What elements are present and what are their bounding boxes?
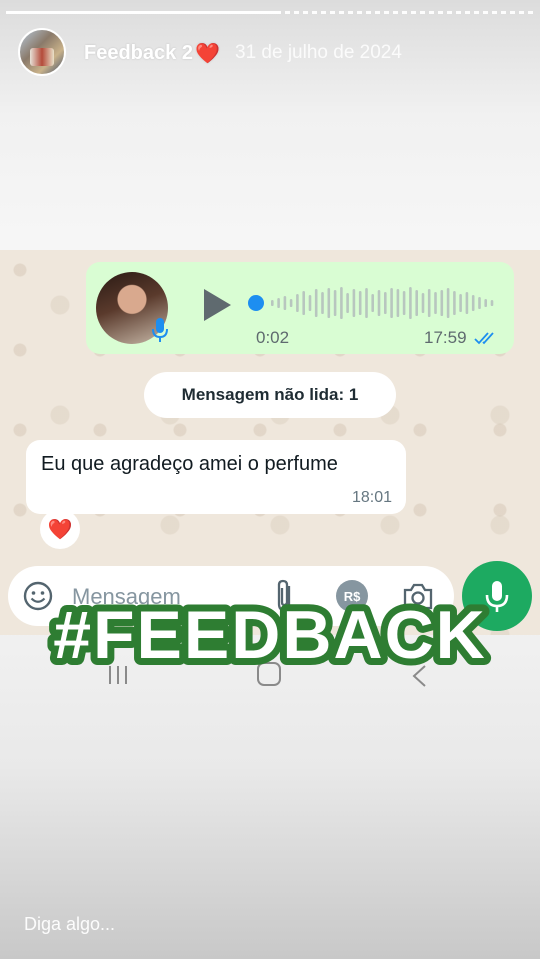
incoming-message-time: 18:01 xyxy=(351,489,392,506)
waveform-bar xyxy=(453,291,456,315)
waveform-bar xyxy=(471,295,475,311)
waveform-bar xyxy=(427,289,431,317)
voice-time: 17:59 xyxy=(424,328,467,347)
waveform-bar xyxy=(490,300,494,306)
waveform-bar xyxy=(446,288,450,318)
incoming-message-bubble[interactable]: Eu que agradeço amei o perfume 18:01 xyxy=(26,440,406,514)
waveform-bar xyxy=(384,292,387,314)
story-date: 31 de julho de 2024 xyxy=(235,42,402,63)
waveform-bar xyxy=(346,293,349,313)
waveform-bar xyxy=(371,294,374,312)
waveform-bar xyxy=(358,291,362,315)
double-check-read-icon xyxy=(474,332,494,345)
waveform-bar xyxy=(333,290,337,316)
waveform-bar xyxy=(314,289,318,317)
waveform-bar xyxy=(340,287,343,319)
waveform-bar xyxy=(415,290,418,316)
story-reply-input[interactable]: Diga algo... xyxy=(24,914,115,935)
play-icon[interactable] xyxy=(202,288,232,322)
waveform-bar xyxy=(277,298,280,308)
waveform-bar xyxy=(321,292,324,314)
waveform-bar xyxy=(296,294,299,312)
voice-duration: 0:02 xyxy=(256,328,290,347)
incoming-message-text: Eu que agradeço amei o perfume xyxy=(41,453,338,475)
heart-reaction[interactable]: ❤️ xyxy=(40,509,80,549)
waveform-bar xyxy=(465,292,469,314)
story-avatar[interactable] xyxy=(18,28,66,76)
waveform-bar xyxy=(377,290,381,316)
waveform-bar xyxy=(440,290,444,316)
waveform-bar xyxy=(352,289,356,317)
waveform-bar xyxy=(421,293,425,313)
waveform-bar xyxy=(271,300,274,306)
story-title-text: Feedback 2 xyxy=(84,42,193,64)
waveform-bar xyxy=(365,288,368,318)
waveform-bar xyxy=(327,288,331,318)
waveform-bar xyxy=(478,297,481,309)
mic-badge-icon xyxy=(152,318,168,342)
heart-reaction-icon: ❤️ xyxy=(47,518,73,541)
waveform-bar xyxy=(459,294,462,312)
voice-message-bubble[interactable]: 0:02 17:59 xyxy=(86,262,514,354)
heart-icon: ❤️ xyxy=(194,43,220,65)
waveform-bar xyxy=(402,291,406,315)
waveform-bar xyxy=(396,289,400,317)
waveform-bar xyxy=(308,295,312,311)
story-progress-fill xyxy=(6,11,281,14)
playback-position-dot[interactable] xyxy=(248,295,264,311)
feedback-sticker-text: #FEEDBACK xyxy=(53,597,487,672)
unread-messages-banner: Mensagem não lida: 1 xyxy=(144,372,396,418)
waveform-bar xyxy=(434,292,437,314)
feedback-sticker[interactable]: #FEEDBACK #FEEDBACK xyxy=(0,596,540,672)
waveform-bar xyxy=(289,299,293,307)
waveform-bar xyxy=(283,296,287,310)
waveform-bar xyxy=(484,299,487,307)
story-title: Feedback 2 ❤️ xyxy=(84,41,220,66)
waveform-bar xyxy=(409,287,412,319)
audio-waveform[interactable] xyxy=(270,286,496,320)
waveform-bar xyxy=(390,288,393,318)
waveform-bar xyxy=(302,291,305,315)
